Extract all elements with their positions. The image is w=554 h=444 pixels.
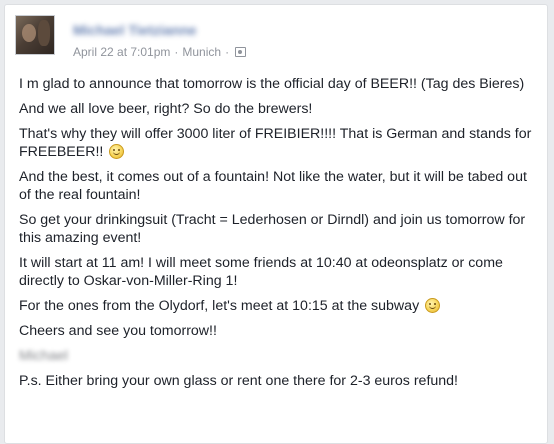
post-paragraph: It will start at 11 am! I will meet some… xyxy=(19,255,503,289)
post-paragraph: So get your drinkingsuit (Tracht = Leder… xyxy=(19,212,526,246)
smiley-emoji-icon xyxy=(109,144,125,159)
location-link[interactable]: Munich xyxy=(182,45,221,59)
post-paragraph: That's why they will offer 3000 liter of… xyxy=(19,126,532,160)
post-paragraph: And we all love beer, right? So do the b… xyxy=(19,101,313,117)
post-paragraph: I m glad to announce that tomorrow is th… xyxy=(19,76,525,92)
post-card: Michael Tietzianne April 22 at 7:01pm · … xyxy=(4,4,548,444)
post-paragraph: And the best, it comes out of a fountain… xyxy=(19,169,527,203)
post-body: I m glad to announce that tomorrow is th… xyxy=(19,75,539,397)
smiley-emoji-icon xyxy=(425,298,441,313)
post-paragraph: For the ones from the Olydorf, let's mee… xyxy=(19,297,539,315)
friends-icon[interactable] xyxy=(235,47,247,57)
post-timestamp-link[interactable]: April 22 at 7:01pm xyxy=(73,45,170,59)
author-name-link[interactable]: Michael Tietzianne xyxy=(73,22,196,38)
post-paragraph: Cheers and see you tomorrow!! xyxy=(19,323,217,339)
post-signature: Michael xyxy=(19,348,68,364)
meta-separator: · xyxy=(174,45,179,59)
post-paragraph: P.s. Either bring your own glass or rent… xyxy=(19,373,459,389)
post-header: Michael Tietzianne April 22 at 7:01pm · … xyxy=(15,15,515,61)
meta-separator: · xyxy=(225,45,230,59)
author-avatar[interactable] xyxy=(15,15,55,55)
post-meta: April 22 at 7:01pm · Munich · xyxy=(73,45,247,59)
